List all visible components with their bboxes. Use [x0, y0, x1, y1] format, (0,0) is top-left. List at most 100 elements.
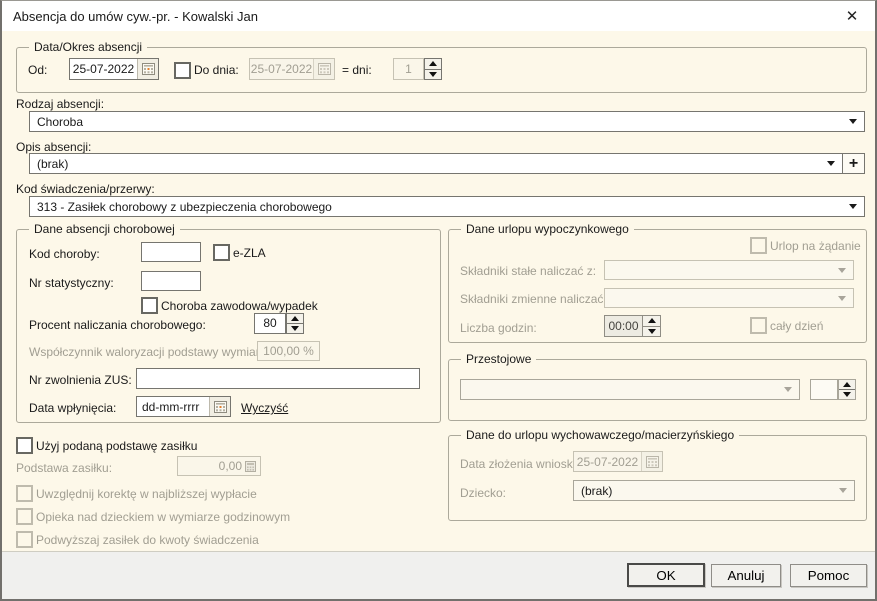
chevron-down-icon — [838, 295, 846, 301]
rodzaj-value: Choroba — [37, 114, 84, 129]
anuluj-button[interactable]: Anuluj — [711, 564, 781, 587]
podstawa-value: 0,00 — [218, 459, 242, 473]
dziecko-combobox: (brak) — [573, 480, 855, 501]
kod-swiadczenia-label: Kod świadczenia/przerwy: — [16, 182, 155, 196]
data-zlozenia-field: 25-07-2022 — [573, 451, 663, 472]
ezla-label: e-ZLA — [233, 246, 266, 260]
skladniki-zmienne-combobox — [604, 288, 854, 308]
od-label: Od: — [28, 63, 48, 77]
dziecko-label: Dziecko: — [460, 486, 507, 500]
wyczysc-link[interactable]: Wyczyść — [241, 401, 288, 415]
korekta-label: Uwzględnij korektę w najbliższej wypłaci… — [36, 487, 257, 501]
choroba-zawodowa-label: Choroba zawodowa/wypadek — [161, 299, 318, 313]
rodzaj-label: Rodzaj absencji: — [16, 97, 105, 111]
data-wplyniecia-field[interactable]: dd-mm-rrrr — [136, 396, 231, 417]
spin-up-icon — [647, 318, 656, 324]
procent-spin-down-button[interactable] — [287, 323, 303, 333]
group-vacation-title: Dane urlopu wypoczynkowego — [461, 222, 634, 237]
dni-label: = dni: — [342, 63, 372, 77]
przestojowe-spin-down-button[interactable] — [839, 389, 855, 399]
skladniki-zmienne-label: Składniki zmienne naliczać z: — [460, 292, 617, 306]
dni-spin-up-button[interactable] — [425, 59, 441, 69]
ok-button[interactable]: OK — [627, 563, 705, 587]
procent-spin-up-button[interactable] — [287, 314, 303, 323]
close-icon: ✕ — [845, 8, 859, 25]
spin-down-icon — [429, 71, 437, 77]
data-wplyniecia-mask: dd-mm-rrrr — [142, 399, 200, 414]
chevron-down-icon — [784, 387, 792, 392]
calendar-icon — [213, 400, 227, 413]
procent-field[interactable]: 80 — [254, 313, 286, 334]
przestojowe-spin-up-button[interactable] — [839, 380, 855, 389]
data-zlozenia-calendar-button — [641, 452, 662, 471]
window-title: Absencja do umów cyw.-pr. - Kowalski Jan — [13, 9, 258, 24]
przestojowe-combobox — [460, 379, 800, 400]
choroba-zawodowa-checkbox[interactable] — [141, 297, 158, 314]
spin-down-icon — [647, 328, 656, 334]
kod-choroby-input[interactable] — [141, 242, 201, 262]
ezla-checkbox[interactable] — [213, 244, 230, 261]
opis-add-button[interactable]: + — [842, 153, 865, 174]
podstawa-label: Podstawa zasiłku: — [16, 461, 113, 475]
do-dnia-checkbox[interactable] — [174, 62, 191, 79]
group-maternity-data: Dane do urlopu wychowawczego/macierzyńsk… — [448, 428, 867, 521]
walor-field: 100,00 % — [257, 341, 320, 361]
podstawa-field: 0,00 — [177, 456, 261, 476]
chevron-down-icon — [827, 161, 835, 166]
chevron-down-icon — [849, 119, 857, 124]
od-calendar-button[interactable] — [137, 59, 158, 79]
nr-zwolnienia-zus-input[interactable] — [136, 368, 420, 389]
liczba-godzin-spinner: 00:00 — [604, 315, 661, 337]
spin-up-icon — [429, 61, 437, 67]
do-dnia-date-field: 25-07-2022 — [249, 58, 335, 80]
walor-label: Współczynnik waloryzacji podstawy wymiar… — [29, 345, 270, 359]
spin-up-icon — [291, 316, 299, 321]
calculator-icon — [245, 460, 256, 472]
od-date-value: 25-07-2022 — [72, 62, 135, 76]
uzyj-podstawe-checkbox[interactable] — [16, 437, 33, 454]
dni-spinner — [424, 58, 442, 80]
opieka-checkbox — [16, 508, 33, 525]
korekta-checkbox — [16, 485, 33, 502]
przestojowe-spinner — [838, 379, 856, 400]
opieka-label: Opieka nad dzieckiem w wymiarze godzinow… — [36, 510, 291, 524]
caly-dzien-checkbox — [750, 317, 767, 334]
rodzaj-combobox[interactable]: Choroba — [29, 111, 865, 132]
calendar-icon — [141, 63, 155, 75]
podwyzszaj-label: Podwyższaj zasiłek do kwoty świadczenia — [36, 533, 259, 547]
od-date-field[interactable]: 25-07-2022 — [69, 58, 159, 80]
urlop-na-zadanie-checkbox — [750, 237, 767, 254]
dni-spin-down-button[interactable] — [425, 68, 441, 80]
titlebar: Absencja do umów cyw.-pr. - Kowalski Jan… — [2, 1, 875, 31]
pomoc-button[interactable]: Pomoc — [790, 564, 867, 587]
uzyj-podstawe-label: Użyj podaną podstawę zasiłku — [36, 439, 198, 453]
kod-swiadczenia-value: 313 - Zasiłek chorobowy z ubezpieczenia … — [37, 199, 332, 214]
caly-dzien-label: cały dzień — [770, 319, 824, 333]
group-przestojowe-title: Przestojowe — [461, 352, 537, 367]
kod-choroby-label: Kod choroby: — [29, 247, 100, 261]
podwyzszaj-checkbox — [16, 531, 33, 548]
data-wplyniecia-calendar-button[interactable] — [209, 397, 230, 416]
group-date-period-title: Data/Okres absencji — [29, 40, 148, 55]
dni-field: 1 — [393, 58, 424, 80]
do-dnia-calendar-button — [313, 59, 334, 79]
godziny-spin-up-button — [643, 316, 660, 326]
chevron-down-icon — [839, 488, 847, 493]
kod-swiadczenia-combobox[interactable]: 313 - Zasiłek chorobowy z ubezpieczenia … — [29, 196, 865, 217]
data-zlozenia-value: 25-07-2022 — [576, 454, 639, 469]
spin-down-icon — [291, 326, 299, 331]
opis-combobox[interactable]: (brak) — [29, 153, 843, 174]
urlop-na-zadanie-label: Urlop na żądanie — [770, 239, 861, 253]
data-zlozenia-label: Data złożenia wniosku: — [460, 457, 583, 471]
nr-statystyczny-input[interactable] — [141, 271, 201, 291]
do-dnia-date-value: 25-07-2022 — [250, 62, 313, 76]
liczba-godzin-value: 00:00 — [608, 319, 639, 333]
calendar-icon-disabled — [317, 63, 331, 75]
przestojowe-field[interactable] — [810, 379, 838, 400]
liczba-godzin-label: Liczba godzin: — [460, 321, 537, 335]
procent-spinner — [286, 313, 304, 334]
calendar-icon-disabled — [645, 455, 659, 468]
skladniki-stale-label: Składniki stałe naliczać z: — [460, 264, 597, 278]
close-button[interactable]: ✕ — [837, 5, 867, 27]
absence-dialog-window: Absencja do umów cyw.-pr. - Kowalski Jan… — [0, 0, 877, 601]
